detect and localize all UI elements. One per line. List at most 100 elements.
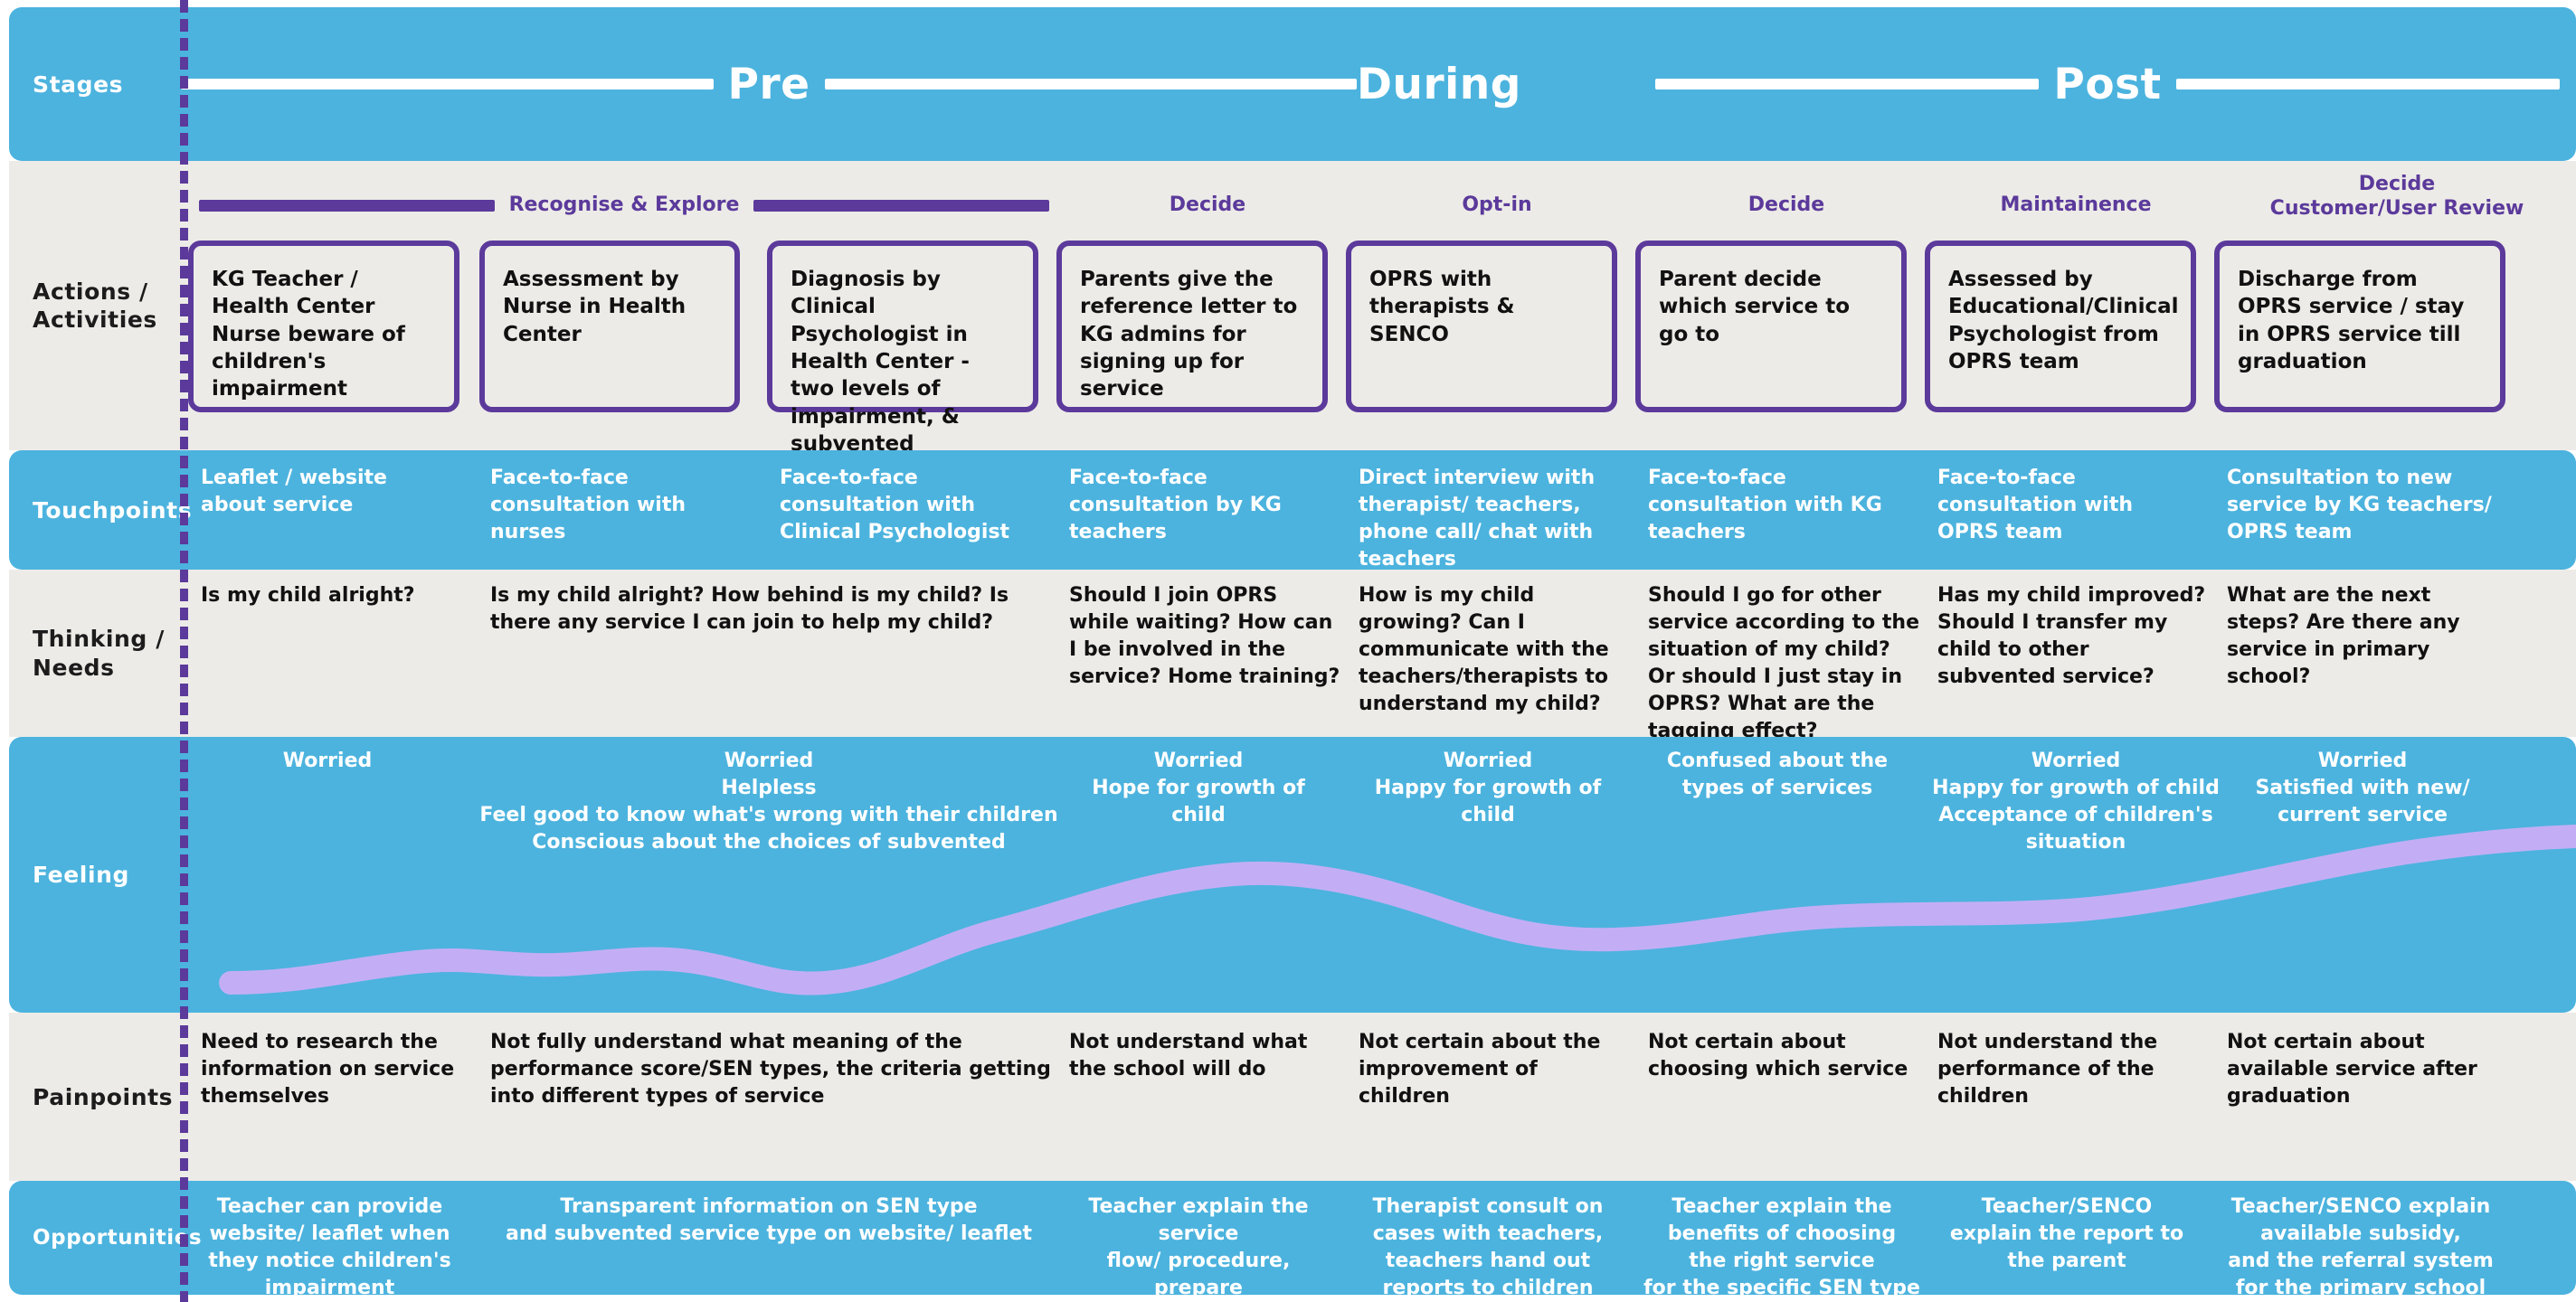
activity-header-label-4: Maintainence (2000, 193, 2152, 217)
painpoint-2: Not understand what the school will do (1069, 1031, 1308, 1080)
thinking-row-label: Thinking / Needs (33, 626, 165, 681)
actions-row-label: Actions / Activities (33, 278, 157, 333)
activity-header-maintainence: Maintainence (1931, 184, 2221, 226)
feeling-5: Worried Happy for growth of child Accept… (1932, 750, 2220, 854)
opportunities-row: Opportunities Teacher can provide websit… (9, 1181, 2576, 1299)
opportunity-0: Teacher can provide website/ leaflet whe… (208, 1195, 451, 1299)
stage-bar-left (181, 79, 714, 90)
feeling-3: Worried Happy for growth of child (1374, 750, 1602, 826)
thinking-grid: Is my child alright? Is my child alright… (181, 570, 2576, 742)
painpoints-row: Painpoints Need to research the informat… (9, 1013, 2576, 1181)
stage-during: During (1357, 60, 1655, 109)
painpoint-1: Not fully understand what meaning of the… (490, 1031, 1051, 1108)
stages-row: Stages Pre During Post (9, 7, 2576, 161)
thinking-5: Has my child improved? Should I transfer… (1937, 584, 2206, 688)
thinking-6: What are the next steps? Are there any s… (2227, 584, 2460, 688)
feeling-1: Worried Helpless Feel good to know what'… (479, 750, 1058, 854)
opportunities-grid: Teacher can provide website/ leaflet whe… (181, 1181, 2576, 1299)
action-box-text-5: Parent decide which service to go to (1659, 268, 1851, 346)
stages-row-label-cell: Stages (9, 7, 181, 161)
stage-label-pre: Pre (727, 59, 810, 109)
activity-header-label-3: Decide (1747, 193, 1825, 217)
action-box-text-0: KG Teacher / Health Center Nurse beware … (212, 268, 405, 401)
thinking-row-label-cell: Thinking / Needs (9, 570, 181, 737)
action-box-2[interactable]: Diagnosis by Clinical Psychologist in He… (767, 241, 1038, 484)
stages-content: Pre During Post (181, 7, 2576, 161)
opportunities-content: Teacher can provide website/ leaflet whe… (181, 1181, 2576, 1299)
stage-label-post: Post (2053, 59, 2162, 109)
thinking-1: Is my child alright? How behind is my ch… (490, 584, 1009, 634)
touchpoints-row: Touchpoints Leaflet / website about serv… (9, 450, 2576, 571)
action-box-1[interactable]: Assessment by Nurse in Health Center (479, 241, 740, 412)
activity-header-decide-review: Decide Customer/User Review (2221, 173, 2573, 221)
feeling-0: Worried (282, 750, 373, 772)
action-box-7[interactable]: Discharge from OPRS service / stay in OP… (2214, 241, 2505, 412)
painpoint-3: Not certain about the improvement of chi… (1359, 1031, 1601, 1108)
activity-header-label-1: Decide (1169, 193, 1246, 217)
feeling-2: Worried Hope for growth of child (1092, 750, 1305, 826)
action-box-text-1: Assessment by Nurse in Health Center (503, 268, 687, 346)
opportunity-6: Teacher/SENCO explain available subsidy,… (2228, 1195, 2494, 1299)
action-box-0[interactable]: KG Teacher / Health Center Nurse beware … (188, 241, 459, 412)
touchpoint-0: Leaflet / website about service (201, 467, 387, 516)
stage-divider-line (180, 0, 188, 1302)
activity-header-optin: Opt-in (1352, 184, 1642, 226)
touchpoint-5: Face-to-face consultation with KG teache… (1648, 467, 1882, 543)
actions-content: Recognise & Explore Decide Opt-in Decide… (181, 161, 2576, 484)
activity-header-decide-2: Decide (1642, 184, 1931, 226)
activity-header-label-0: Recognise & Explore (508, 193, 740, 217)
action-box-5[interactable]: Parent decide which service to go to (1635, 241, 1907, 412)
opportunity-3: Therapist consult on cases with teachers… (1372, 1195, 1604, 1299)
stages-row-label: Stages (33, 71, 124, 98)
thinking-row: Thinking / Needs Is my child alright? Is… (9, 570, 2576, 742)
thinking-0: Is my child alright? (201, 584, 415, 607)
painpoint-0: Need to research the information on serv… (201, 1031, 455, 1108)
feeling-row: Feeling Worried Worried Helpless Feel go… (9, 737, 2576, 1013)
opportunity-4: Teacher explain the benefits of choosing… (1643, 1195, 1920, 1299)
feeling-6: Worried Satisfied with new/ current serv… (2255, 750, 2470, 826)
opportunity-5: Teacher/SENCO explain the report to the … (1949, 1195, 2184, 1272)
painpoints-row-label: Painpoints (33, 1083, 174, 1110)
thinking-3: How is my child growing? Can I communica… (1359, 584, 1609, 715)
action-box-text-3: Parents give the reference letter to KG … (1080, 268, 1298, 401)
activity-header-decide-1: Decide (1063, 184, 1352, 226)
actions-row: Actions / Activities Recognise & Explore… (9, 161, 2576, 484)
touchpoint-4: Direct interview with therapist/ teacher… (1359, 467, 1596, 571)
painpoint-6: Not certain about available service afte… (2227, 1031, 2477, 1108)
stage-bar-left-2 (1655, 79, 2040, 90)
activity-header-label-2: Opt-in (1462, 193, 1532, 217)
touchpoints-row-label: Touchpoints (33, 496, 193, 524)
action-box-text-6: Assessed by Educational/Clinical Psychol… (1948, 268, 2179, 374)
touchpoints-grid: Leaflet / website about service Face-to-… (181, 450, 2576, 571)
touchpoint-1: Face-to-face consultation with nurses (490, 467, 687, 543)
thinking-2: Should I join OPRS while waiting? How ca… (1069, 584, 1340, 688)
painpoints-grid: Need to research the information on serv… (181, 1013, 2576, 1181)
touchpoints-row-label-cell: Touchpoints (9, 450, 192, 570)
opportunity-1: Transparent information on SEN type and … (506, 1195, 1032, 1245)
stage-bar-right (824, 79, 1358, 90)
opportunities-row-label: Opportunities (33, 1226, 203, 1250)
feeling-grid: Worried Worried Helpless Feel good to kn… (181, 737, 2576, 1013)
activity-header-bar-right (753, 199, 1050, 212)
opportunities-row-label-cell: Opportunities (9, 1181, 202, 1295)
feeling-content: Worried Worried Helpless Feel good to kn… (181, 737, 2576, 1013)
feeling-row-label: Feeling (33, 862, 130, 888)
thinking-4: Should I go for other service according … (1648, 584, 1920, 742)
stage-pre: Pre (181, 59, 1358, 109)
touchpoint-6: Face-to-face consultation with OPRS team (1937, 467, 2134, 543)
opportunity-2: Teacher explain the service flow/ proced… (1088, 1195, 1309, 1299)
action-box-3[interactable]: Parents give the reference letter to KG … (1056, 241, 1328, 412)
touchpoints-content: Leaflet / website about service Face-to-… (181, 450, 2576, 571)
action-box-6[interactable]: Assessed by Educational/Clinical Psychol… (1925, 241, 2196, 412)
painpoint-5: Not understand the performance of the ch… (1937, 1031, 2158, 1108)
stage-bar-right-2 (2175, 79, 2560, 90)
painpoint-4: Not certain about choosing which service (1648, 1031, 1908, 1080)
journey-map: Stages Pre During Post Actions / Activit… (0, 0, 2576, 1302)
action-box-text-7: Discharge from OPRS service / stay in OP… (2238, 268, 2465, 374)
activity-header-bar-left (199, 199, 495, 212)
action-box-text-4: OPRS with therapists & SENCO (1369, 268, 1515, 346)
touchpoint-2: Face-to-face consultation with Clinical … (780, 467, 1010, 543)
stage-post: Post (1655, 60, 2560, 109)
actions-row-label-cell: Actions / Activities (9, 161, 181, 450)
action-box-4[interactable]: OPRS with therapists & SENCO (1346, 241, 1617, 412)
